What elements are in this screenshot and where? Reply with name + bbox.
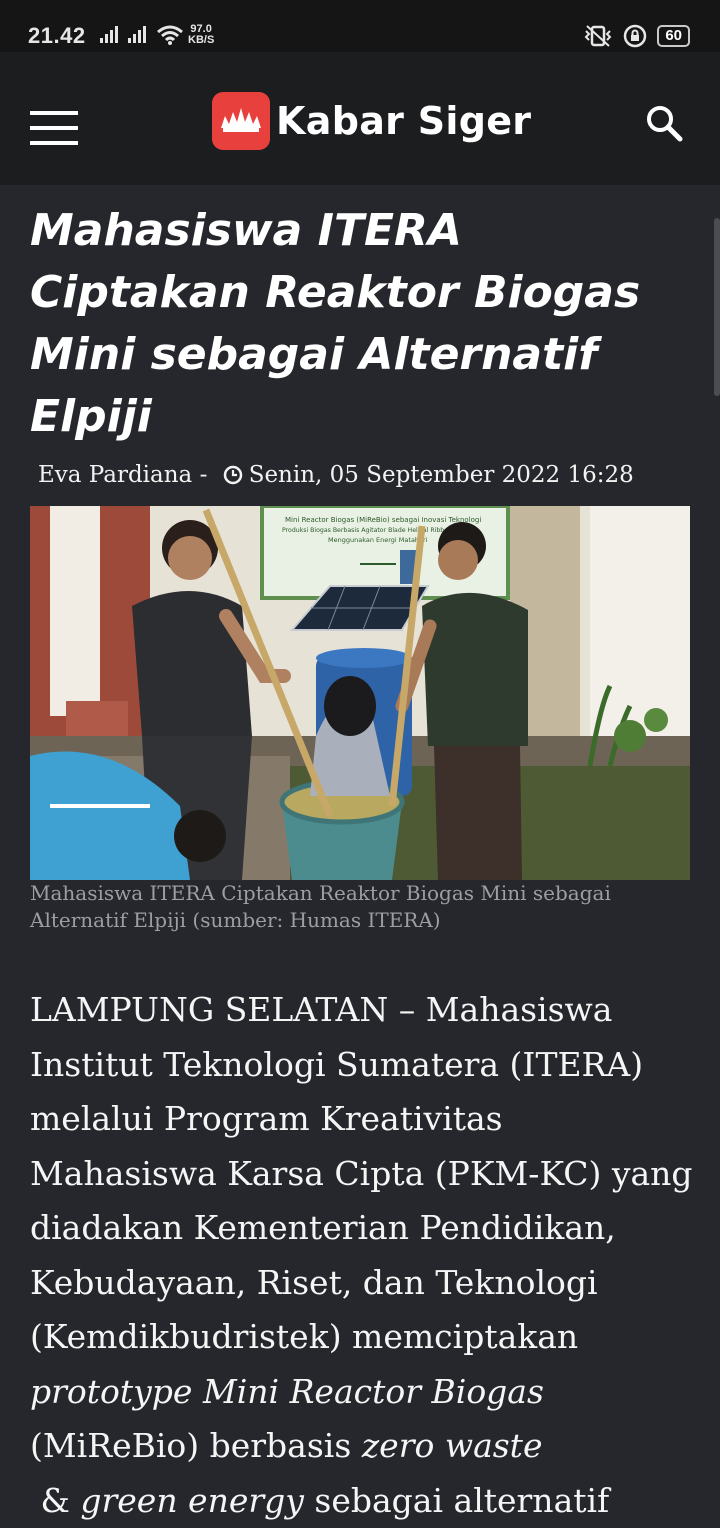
body-text-1: LAMPUNG SELATAN – Mahasiswa Institut Tek… xyxy=(30,990,693,1356)
meta-separator: - xyxy=(192,462,215,488)
body-italic-2: zero waste xyxy=(361,1426,543,1465)
site-logo[interactable]: Kabar Siger xyxy=(212,92,531,150)
signal-icon xyxy=(128,26,146,43)
banner-line-3: Menggunakan Energi Matahari xyxy=(328,536,428,544)
app-header: Kabar Siger xyxy=(0,52,720,185)
photo-illustration: Mini Reactor Biogas (MiReBio) sebagai In… xyxy=(30,506,690,880)
vibrate-icon xyxy=(584,25,612,47)
lock-icon xyxy=(624,24,647,48)
network-speed: 97.0 KB/S xyxy=(188,24,214,46)
brand-name: Kabar Siger xyxy=(276,99,532,143)
signal-icon xyxy=(100,26,118,43)
photo-caption: Mahasiswa ITERA Ciptakan Reaktor Biogas … xyxy=(30,881,611,932)
wifi-icon xyxy=(157,25,183,45)
search-icon[interactable] xyxy=(644,103,684,143)
status-time: 21.42 xyxy=(28,23,86,48)
body-text-3: & xyxy=(30,1480,81,1520)
scrollbar[interactable] xyxy=(714,218,720,396)
article-meta: Eva Pardiana - Senin, 05 September 2022 … xyxy=(38,462,634,488)
clock-icon xyxy=(223,465,242,485)
publish-date: Senin, 05 September 2022 16:28 xyxy=(248,462,634,488)
banner-line-1: Mini Reactor Biogas (MiReBio) sebagai In… xyxy=(285,516,481,524)
article-body: LAMPUNG SELATAN – Mahasiswa Institut Tek… xyxy=(30,983,695,1528)
author-name[interactable]: Eva Pardiana xyxy=(38,462,192,488)
logo-icon xyxy=(212,92,270,150)
body-italic-3: green energy xyxy=(80,1480,304,1520)
speed-unit: KB/S xyxy=(188,34,215,46)
article-photo: Mini Reactor Biogas (MiReBio) sebagai In… xyxy=(30,506,690,880)
battery-icon: 60 xyxy=(657,25,690,47)
article-title: Mahasiswa ITERA Ciptakan Reaktor Biogas … xyxy=(30,205,641,442)
menu-icon[interactable] xyxy=(30,111,78,145)
body-text-2: (MiReBio) berbasis xyxy=(30,1426,362,1465)
status-bar: 21.42 97.0 KB/S 60 xyxy=(0,0,720,52)
body-italic-1: prototype Mini Reactor Biogas xyxy=(30,1371,544,1411)
body-text-4: sebagai alternatif xyxy=(303,1480,610,1520)
